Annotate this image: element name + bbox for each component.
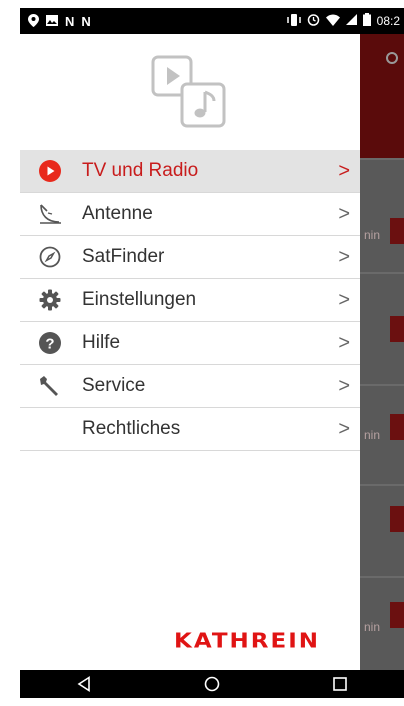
background-row-marker [390,602,404,628]
alarm-icon [307,13,320,29]
background-app: nin nin nin [360,34,404,670]
menu-item-rechtliches[interactable]: Rechtliches > [20,407,360,450]
battery-icon [362,13,371,29]
background-row-text: nin [364,228,381,242]
chevron-right-icon: > [338,159,350,182]
background-divider [360,576,404,578]
menu-item-hilfe[interactable]: ? Hilfe > [20,321,360,364]
system-nav-bar [20,670,404,698]
menu-item-label: SatFinder [82,246,165,267]
background-row-marker [390,218,404,244]
recents-icon[interactable] [320,670,360,698]
chevron-right-icon: > [338,374,350,397]
menu-item-label: Antenne [82,203,153,224]
background-app-header [360,34,404,158]
n-notification-icon: N [65,13,75,29]
vibrate-icon [286,13,301,29]
background-divider [360,272,404,274]
search-icon [386,52,398,64]
background-row-marker [390,414,404,440]
background-divider [360,158,404,160]
drawer-menu: TV und Radio > Antenne > SatFinder > Ein… [20,150,360,451]
background-row-text: nin [364,428,381,442]
drawer-header [20,34,360,150]
antenna-icon [38,202,62,226]
menu-item-label: TV und Radio [82,160,199,181]
help-icon: ? [38,331,62,355]
wrench-icon [38,374,62,398]
menu-item-label: Einstellungen [82,289,197,310]
chevron-right-icon: > [338,202,350,225]
svg-text:?: ? [45,336,54,353]
chevron-right-icon: > [338,288,350,311]
compass-icon [38,245,62,269]
n-notification-icon: N [81,13,91,29]
kathrein-logo: KATHREIN [174,629,321,653]
home-icon[interactable] [192,670,232,698]
back-icon[interactable] [64,670,104,698]
play-circle-icon [38,159,62,183]
menu-divider [20,450,360,451]
background-row-marker [390,506,404,532]
menu-item-antenne[interactable]: Antenne > [20,192,360,235]
signal-icon [345,14,357,28]
phone-screen: N N 08:2 nin nin nin TV und Radio > Ante… [20,8,404,698]
background-row-text: nin [364,620,381,634]
menu-item-label: Service [82,375,146,396]
menu-item-satfinder[interactable]: SatFinder > [20,235,360,278]
image-icon [46,14,58,28]
status-time: 08:2 [376,14,400,28]
menu-item-label: Rechtliches [82,418,181,439]
navigation-drawer: TV und Radio > Antenne > SatFinder > Ein… [20,34,360,670]
chevron-right-icon: > [338,417,350,440]
background-row-marker [390,316,404,342]
background-divider [360,384,404,386]
chevron-right-icon: > [338,245,350,268]
location-icon [28,13,39,29]
chevron-right-icon: > [338,331,350,354]
status-bar: N N 08:2 [20,8,404,34]
menu-item-tv-radio[interactable]: TV und Radio > [20,150,360,192]
gear-icon [38,288,62,312]
menu-item-service[interactable]: Service > [20,364,360,407]
wifi-icon [325,14,340,29]
menu-item-label: Hilfe [82,332,121,353]
background-divider [360,484,404,486]
menu-item-einstellungen[interactable]: Einstellungen > [20,278,360,321]
media-logo-icon [151,55,226,128]
